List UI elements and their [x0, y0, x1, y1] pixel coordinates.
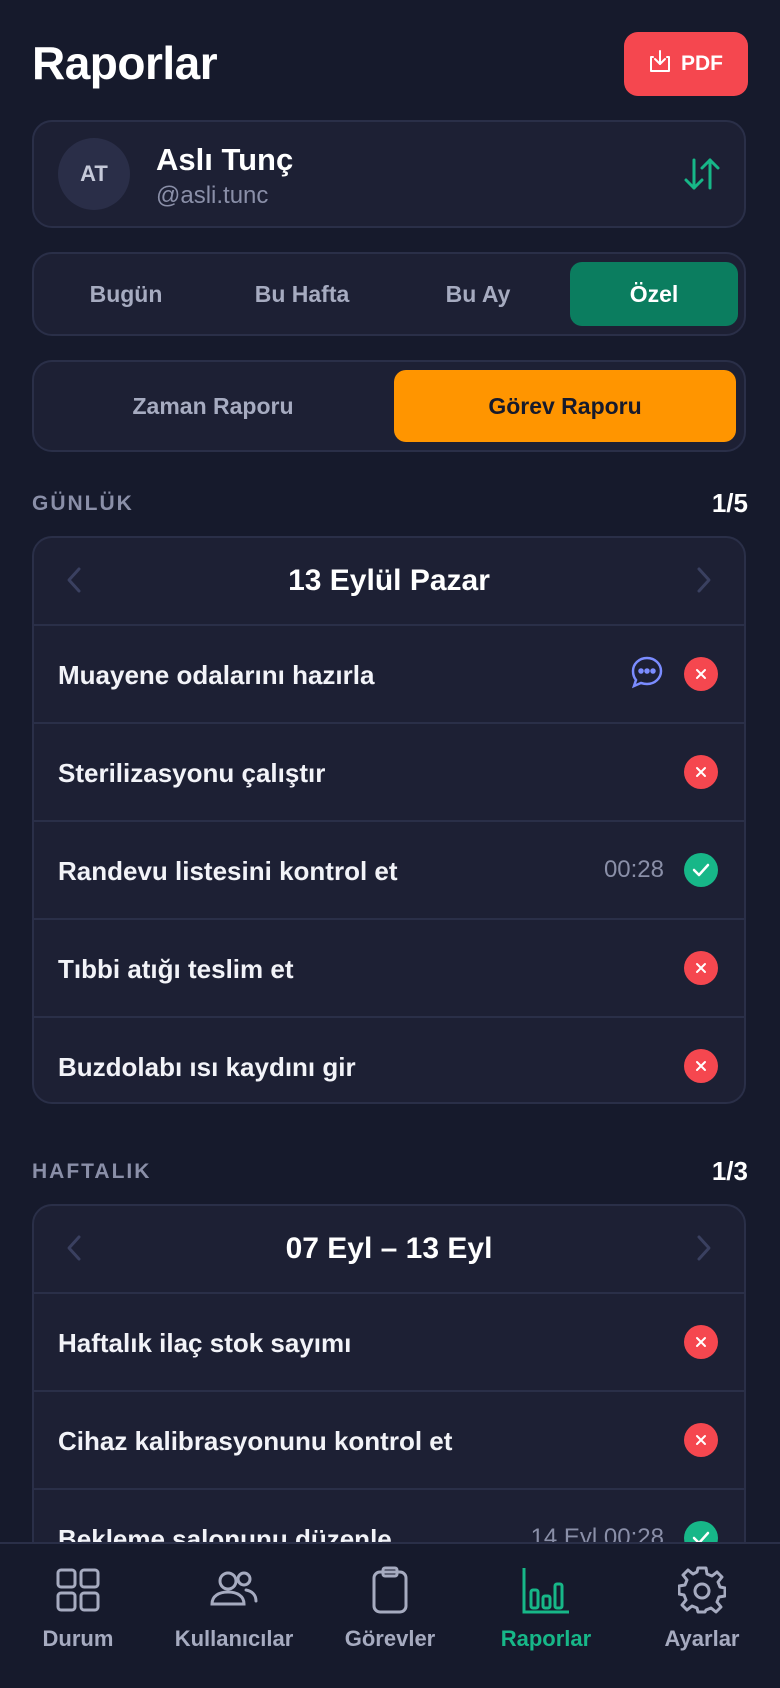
failed-status-icon — [684, 755, 718, 789]
task-row[interactable]: Buzdolabı ısı kaydını gir — [34, 1018, 744, 1102]
tab-today[interactable]: Bugün — [42, 262, 210, 326]
task-row[interactable]: Sterilizasyonu çalıştır — [34, 724, 744, 822]
task-title: Haftalık ilaç stok sayımı — [58, 1328, 352, 1358]
chevron-right-icon[interactable] — [696, 1234, 712, 1267]
task-row[interactable]: Muayene odalarını hazırla — [34, 626, 744, 724]
weekly-date-title: 07 Eyl – 13 Eyl — [285, 1232, 493, 1265]
tab-label: Raporlar — [500, 1626, 592, 1651]
tab-label: Kullanıcılar — [174, 1626, 294, 1651]
daily-section-label: GÜNLÜK — [32, 492, 134, 515]
done-status-icon — [684, 853, 718, 887]
daily-date-nav: 13 Eylül Pazar — [34, 538, 744, 626]
tab-ayarlar[interactable]: Ayarlar — [624, 1544, 780, 1688]
comment-icon[interactable] — [630, 655, 664, 694]
avatar: AT — [58, 138, 130, 210]
tab-raporlar[interactable]: Raporlar — [468, 1544, 624, 1688]
report-type-segmented-control: Zaman Raporu Görev Raporu — [32, 360, 746, 452]
users-icon — [210, 1571, 258, 1606]
task-title: Buzdolabı ısı kaydını gir — [58, 1052, 356, 1082]
task-row[interactable]: Haftalık ilaç stok sayımı — [34, 1294, 744, 1392]
task-title: Tıbbi atığı teslim et — [58, 954, 294, 984]
tab-task-report[interactable]: Görev Raporu — [394, 370, 736, 442]
task-title: Sterilizasyonu çalıştır — [58, 758, 326, 788]
user-selector[interactable]: AT Aslı Tunç @asli.tunc — [32, 120, 746, 228]
pdf-label: PDF — [681, 52, 723, 75]
download-icon — [649, 49, 671, 79]
header: Raporlar PDF — [32, 30, 748, 96]
tab-durum[interactable]: Durum — [0, 1544, 156, 1688]
weekly-section-header: HAFTALIK 1/3 — [32, 1156, 748, 1190]
failed-status-icon — [684, 1423, 718, 1457]
daily-page-counter: 1/5 — [711, 488, 748, 518]
user-handle: @asli.tunc — [156, 182, 269, 209]
chevron-right-icon[interactable] — [696, 566, 712, 599]
tab-kullanicilar[interactable]: Kullanıcılar — [156, 1544, 312, 1688]
tab-label: Ayarlar — [664, 1626, 740, 1651]
task-time: 00:28 — [603, 856, 664, 883]
failed-status-icon — [684, 657, 718, 691]
task-row[interactable]: Cihaz kalibrasyonunu kontrol et — [34, 1392, 744, 1490]
grid-icon — [56, 1568, 100, 1612]
failed-status-icon — [684, 1325, 718, 1359]
clipboard-icon — [372, 1566, 408, 1614]
bottom-tab-bar: Durum Kullanıcılar Görevler Raporlar Aya… — [0, 1542, 780, 1688]
swap-icon[interactable] — [682, 156, 722, 197]
period-segmented-control: Bugün Bu Hafta Bu Ay Özel — [32, 252, 746, 336]
failed-status-icon — [684, 951, 718, 985]
user-name: Aslı Tunç — [156, 142, 294, 177]
daily-task-card: 13 Eylül Pazar Muayene odalarını hazırla… — [32, 536, 746, 1104]
task-row[interactable]: Tıbbi atığı teslim et — [34, 920, 744, 1018]
daily-section-header: GÜNLÜK 1/5 — [32, 488, 748, 522]
bar-chart-icon — [522, 1568, 569, 1614]
gear-icon — [678, 1566, 726, 1614]
task-title: Muayene odalarını hazırla — [58, 660, 375, 690]
tab-time-report[interactable]: Zaman Raporu — [42, 370, 384, 442]
weekly-date-nav: 07 Eyl – 13 Eyl — [34, 1206, 744, 1294]
task-title: Randevu listesini kontrol et — [58, 856, 398, 886]
weekly-section-label: HAFTALIK — [32, 1160, 152, 1183]
task-row[interactable]: Randevu listesini kontrol et 00:28 — [34, 822, 744, 920]
tab-label: Görevler — [344, 1626, 436, 1651]
task-title: Cihaz kalibrasyonunu kontrol et — [58, 1426, 453, 1456]
weekly-page-counter: 1/3 — [711, 1156, 748, 1186]
tab-this-month[interactable]: Bu Ay — [394, 262, 562, 326]
tab-gorevler[interactable]: Görevler — [312, 1544, 468, 1688]
tab-label: Durum — [42, 1626, 114, 1651]
daily-date-title: 13 Eylül Pazar — [288, 564, 490, 597]
pdf-export-button[interactable]: PDF — [624, 32, 748, 96]
failed-status-icon — [684, 1049, 718, 1083]
page-title: Raporlar — [32, 37, 218, 89]
tab-this-week[interactable]: Bu Hafta — [218, 262, 386, 326]
tab-custom[interactable]: Özel — [570, 262, 738, 326]
